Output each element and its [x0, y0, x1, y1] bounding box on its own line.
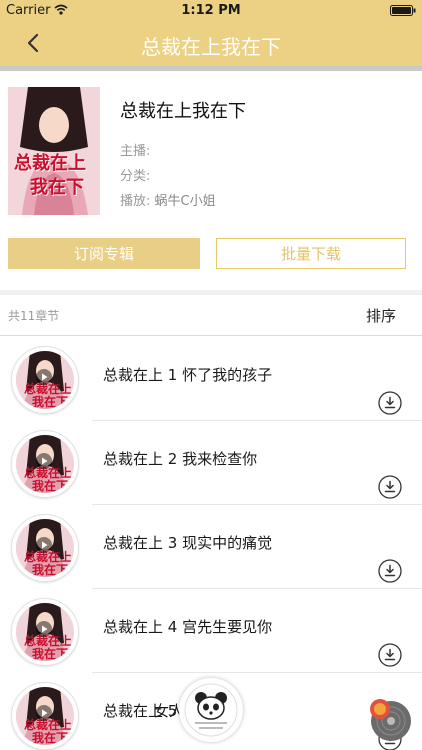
cover-title-line2: 我在下	[30, 177, 84, 198]
chapter-thumbnail[interactable]: 总裁在上 我在下	[11, 514, 79, 582]
subscribe-button[interactable]: 订阅专辑	[8, 238, 200, 269]
play-icon	[36, 621, 52, 637]
download-icon[interactable]	[378, 475, 402, 499]
clock: 1:12 PM	[181, 3, 241, 18]
category-label: 分类:	[120, 169, 151, 184]
mini-player-disc[interactable]	[179, 678, 243, 742]
chapter-count: 共11章节	[8, 309, 60, 323]
chapter-row[interactable]: 总裁在上 我在下 总裁在上 4 宫先生要见你	[0, 589, 422, 673]
section-divider	[0, 290, 422, 295]
play-icon	[36, 369, 52, 385]
svg-text:我在下: 我在下	[32, 562, 68, 577]
album-title: 总裁在上我在下	[120, 101, 246, 122]
svg-text:我在下: 我在下	[32, 394, 68, 409]
chapter-row[interactable]: 总裁在上 我在下 总裁在上 1 怀了我的孩子	[0, 337, 422, 421]
chapter-title: 总裁在上 3 现实中的痛觉	[103, 534, 273, 552]
play-icon	[36, 705, 52, 721]
sort-button[interactable]: 排序	[366, 305, 396, 326]
record-disc-icon[interactable]	[366, 696, 412, 742]
download-icon[interactable]	[378, 559, 402, 583]
category-line: 分类:	[120, 165, 150, 184]
download-icon[interactable]	[378, 643, 402, 667]
host-line: 主播:	[120, 140, 150, 159]
chapter-row[interactable]: 总裁在上 我在下 总裁在上 2 我来检查你	[0, 421, 422, 505]
chapter-thumbnail[interactable]: 总裁在上 我在下	[11, 598, 79, 666]
header-divider	[0, 66, 422, 71]
play-icon	[36, 537, 52, 553]
panda-logo-icon	[184, 683, 238, 737]
batch-download-button[interactable]: 批量下载	[216, 238, 406, 269]
download-icon[interactable]	[378, 391, 402, 415]
cover-title-line1: 总裁在上	[14, 153, 86, 174]
chapter-title: 总裁在上 1 怀了我的孩子	[103, 366, 273, 384]
play-label: 播放:	[120, 194, 151, 209]
host-label: 主播:	[120, 144, 151, 159]
play-line: 播放: 蜗牛C小姐	[120, 190, 216, 209]
chapter-thumbnail[interactable]: 总裁在上 我在下	[11, 430, 79, 498]
svg-text:我在下: 我在下	[32, 646, 68, 661]
battery-icon	[390, 5, 416, 16]
chapter-thumbnail[interactable]: 总裁在上 我在下	[11, 682, 79, 750]
chapter-thumbnail[interactable]: 总裁在上 我在下	[11, 346, 79, 414]
play-icon	[36, 453, 52, 469]
svg-text:我在下: 我在下	[32, 730, 68, 745]
chapter-row[interactable]: 总裁在上 我在下 总裁在上 3 现实中的痛觉	[0, 505, 422, 589]
svg-text:我在下: 我在下	[32, 478, 68, 493]
status-bar: Carrier 1:12 PM	[0, 0, 422, 22]
play-value: 蜗牛C小姐	[154, 194, 216, 209]
chapter-title: 总裁在上 4 宫先生要见你	[103, 618, 273, 636]
chapter-title: 总裁在上 2 我来检查你	[103, 450, 258, 468]
album-cover: 总裁在上 我在下	[8, 87, 100, 215]
page-title: 总裁在上我在下	[141, 35, 281, 59]
list-divider	[0, 335, 422, 336]
nav-bar: Carrier 1:12 PM 总裁在上我在下	[0, 0, 422, 66]
